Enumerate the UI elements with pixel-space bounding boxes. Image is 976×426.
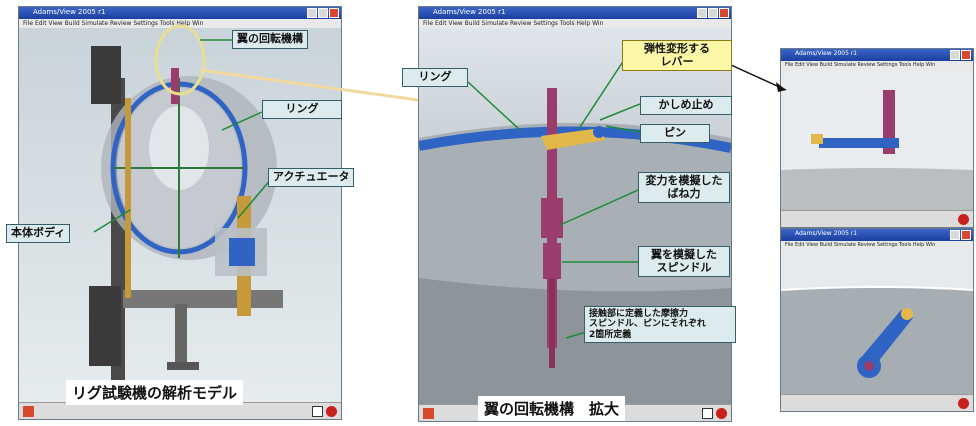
label-pin: ピン <box>640 124 710 143</box>
label-spring-force: 変力を模擬した ばね力 <box>638 172 730 204</box>
label-rotation-mechanism: 翼の回転機構 <box>232 30 308 49</box>
zoom-connector <box>199 68 419 102</box>
arrow-head <box>776 82 786 92</box>
label-ring-center: リング <box>402 68 468 87</box>
spring-line-1: 変力を模擬した <box>645 174 723 187</box>
spring-line-2: ばね力 <box>667 186 701 200</box>
friction-line-1: 接触部に定義した摩擦力 <box>589 309 689 319</box>
lever-line-2: レバー <box>660 54 694 68</box>
highlight-ellipse <box>154 24 206 96</box>
label-actuator: アクチュエータ <box>268 168 355 187</box>
label-body: 本体ボディ <box>6 224 71 243</box>
caption-center: 翼の回転機構 拡大 <box>478 396 626 421</box>
label-friction: 接触部に定義した摩擦力 スピンドル、ピンにそれぞれ 2箇所定義 <box>584 306 736 344</box>
lever-line-1: 弾性変形する <box>644 42 710 55</box>
leader-lines <box>93 24 787 339</box>
label-ring-left: リング <box>262 100 342 119</box>
caption-left: リグ試験機の解析モデル <box>66 380 244 405</box>
friction-line-2: スピンドル、ピンにそれぞれ <box>589 319 706 330</box>
label-spindle: 翼を模擬した スピンドル <box>638 246 730 278</box>
label-elastic-lever: 弾性変形する レバー <box>622 40 732 72</box>
spindle-line-1: 翼を模擬した <box>651 248 717 261</box>
spindle-line-2: スピンドル <box>656 260 712 274</box>
label-caulking-stop: かしめ止め <box>640 96 732 115</box>
friction-line-3: 2箇所定義 <box>589 329 632 340</box>
